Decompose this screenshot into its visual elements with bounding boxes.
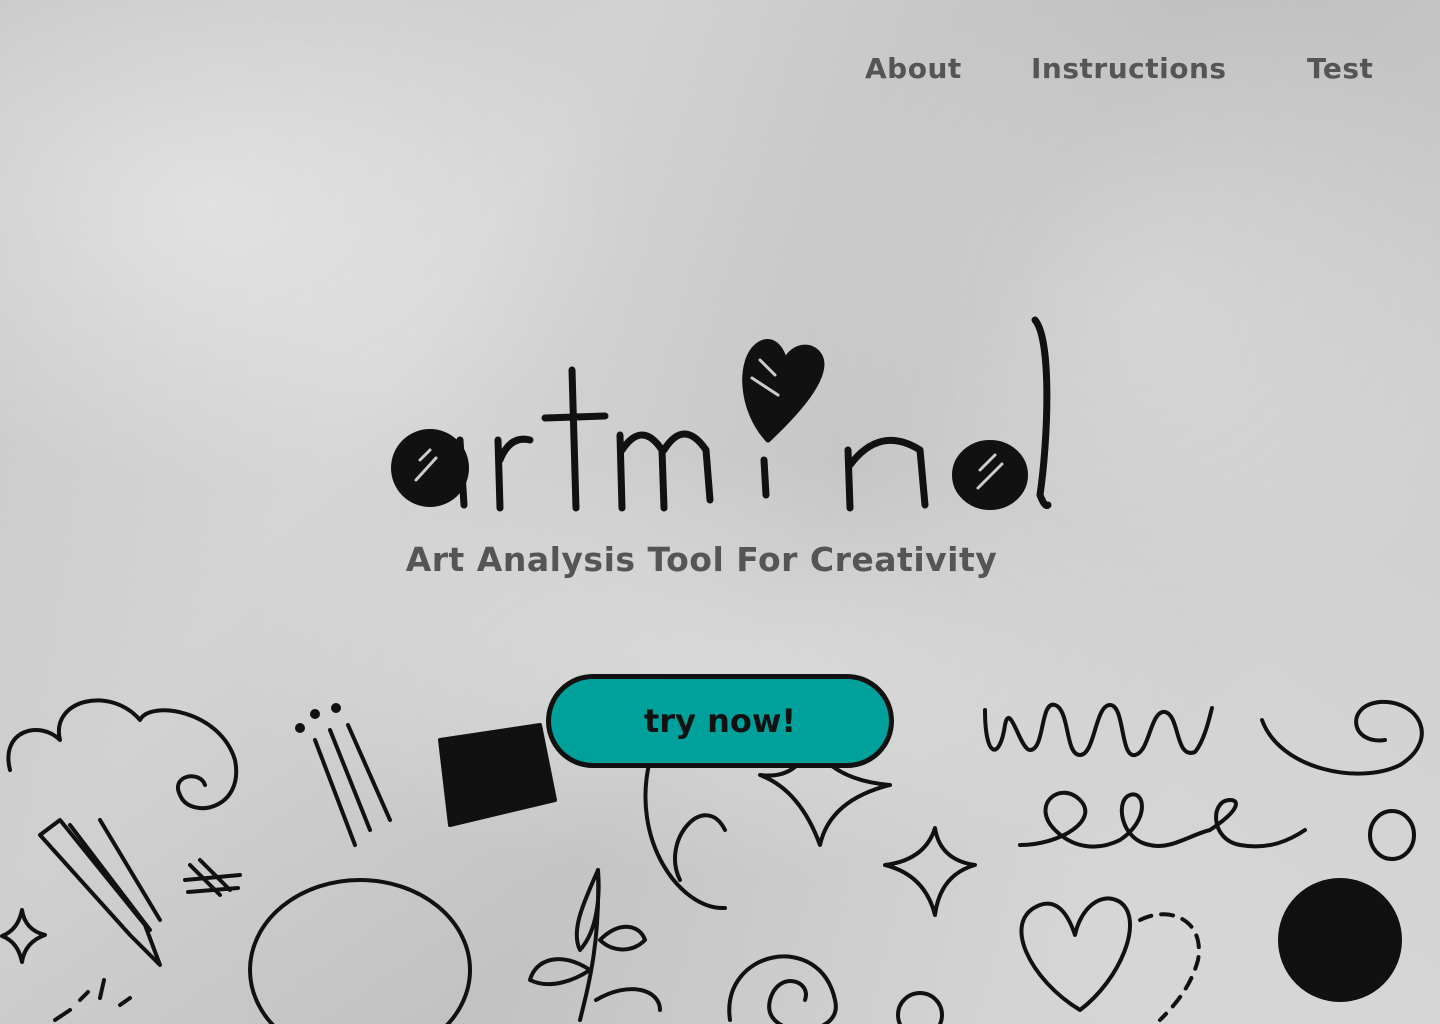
- burst-lines-doodle: [313, 723, 392, 847]
- heart-icon: [742, 339, 825, 443]
- loop-doodle: [643, 758, 727, 911]
- tagline: Art Analysis Tool For Creativity: [405, 540, 998, 579]
- nav-about-link[interactable]: About: [865, 52, 962, 85]
- logo-letter-a: [391, 429, 469, 509]
- pencil-icon: [38, 818, 162, 967]
- nav-test-link[interactable]: Test: [1307, 52, 1373, 85]
- hash-doodle: [183, 858, 242, 897]
- scribble-block-doodle: [438, 723, 557, 827]
- try-now-button[interactable]: try now!: [546, 674, 894, 768]
- oval-doodle: [248, 878, 472, 1024]
- heart-doodle: [1019, 896, 1132, 1012]
- wavy-line-doodle: [983, 702, 1214, 757]
- loop-doodle: [1368, 809, 1416, 861]
- nav-instructions-link[interactable]: Instructions: [1031, 52, 1227, 85]
- sparkle-icon: [0, 908, 47, 964]
- dashed-line-doodle: [1138, 912, 1201, 1022]
- cloud-swirl-doodle: [6, 698, 239, 811]
- artmind-logo: [391, 316, 1052, 512]
- scribble-circle-doodle: [1278, 878, 1402, 1002]
- spiral-doodle: [727, 954, 838, 1024]
- swirl-doodle: [1260, 699, 1424, 776]
- logo-letter-d: [952, 316, 1052, 510]
- heart-chain-doodle: [1018, 790, 1307, 849]
- leaf-branch-doodle: [528, 868, 662, 1022]
- sparkle-icon: [883, 826, 977, 917]
